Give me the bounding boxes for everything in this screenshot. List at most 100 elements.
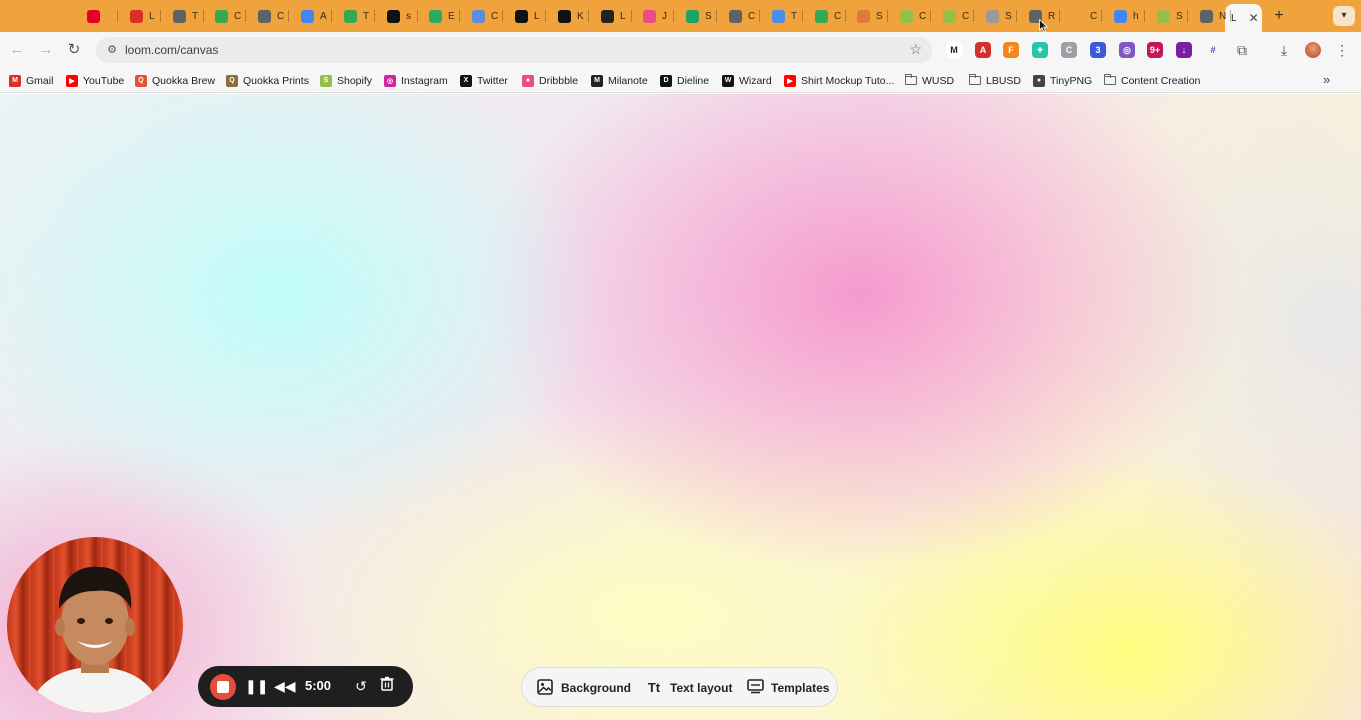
delete-trash-icon[interactable] [377,676,397,696]
site-settings-icon[interactable]: ⚙ [104,42,120,58]
browser-tab[interactable]: S [1147,4,1183,28]
browser-tab[interactable]: L [120,4,155,28]
browser-tab[interactable]: R [1019,4,1055,28]
instagram-icon: ◎ [384,74,396,87]
bookmark-item[interactable]: Q Quokka Prints [226,73,309,88]
bookmark-item[interactable]: ● Dribbble [522,73,578,88]
browser-tab[interactable]: S [676,4,712,28]
address-bar[interactable]: ⚙ loom.com/canvas ☆ [96,37,932,63]
forward-arrow-icon[interactable]: → [36,40,56,60]
more-menu-icon[interactable]: ⋮ [1332,40,1352,60]
extension-icon[interactable]: ↓ [1176,42,1192,58]
background-button[interactable]: Background [536,678,631,698]
extension-icon[interactable]: 3 [1090,42,1106,58]
tab-search-chevron-icon[interactable]: ▾ [1333,6,1355,26]
browser-tab[interactable]: S [976,4,1012,28]
x-icon: X [460,74,472,87]
tab-label: S [705,10,712,22]
app-icon [515,9,528,23]
bookmark-item[interactable]: X Twitter [460,73,508,88]
browser-tab[interactable]: L [591,4,626,28]
bookmark-item[interactable]: S Shopify [320,73,372,88]
pause-icon[interactable]: ❚❚ [245,676,268,696]
new-tab-button[interactable]: + [1269,6,1289,26]
browser-tab[interactable]: L [505,4,540,28]
browser-tab[interactable]: N [1190,4,1226,28]
browser-tab[interactable]: C [205,4,241,28]
text-layout-button[interactable]: Tt Text layout [645,678,733,698]
browser-tab[interactable]: S [847,4,883,28]
browser-tab[interactable] [77,4,106,28]
tab-label: C [491,10,499,22]
bookmark-label: Dieline [677,74,710,87]
extension-icon[interactable]: ◎ [1119,42,1135,58]
rewind-icon[interactable]: ◀◀ [274,676,296,696]
extension-icon[interactable]: ✦ [1032,42,1048,58]
browser-tab[interactable]: K [548,4,584,28]
restart-icon[interactable]: ↺ [351,676,371,696]
browser-tab[interactable]: A [291,4,327,28]
tab-label: C [834,10,842,22]
browser-tab[interactable]: C [933,4,969,28]
gmail-icon: M [9,74,21,87]
bookmark-label: WUSD [922,74,955,87]
tab-separator [845,10,846,22]
youtube-icon: ▶ [66,74,78,87]
stop-recording-button[interactable] [210,674,236,700]
templates-button[interactable]: Templates [746,678,829,698]
webcam-bubble[interactable] [7,537,183,713]
browser-tab[interactable]: T [163,4,198,28]
bookmark-item[interactable]: ▶ YouTube [66,73,124,88]
tab-label: T [363,10,370,22]
bookmark-item[interactable]: D Dieline [660,73,709,88]
close-tab-icon[interactable]: ✕ [1249,11,1259,25]
browser-tab[interactable]: T [334,4,369,28]
download-icon[interactable]: ⤓ [1274,40,1294,60]
browser-tab[interactable]: J [633,4,667,28]
bookmark-star-icon[interactable]: ☆ [909,41,922,58]
globe-icon [729,9,742,23]
reload-icon[interactable]: ↻ [64,40,84,60]
bookmark-item[interactable]: M Gmail [9,73,53,88]
globe-icon [986,9,999,23]
browser-tab[interactable]: C [462,4,498,28]
tab-separator [459,10,460,22]
back-arrow-icon[interactable]: ← [7,40,27,60]
extension-icon[interactable]: # [1205,42,1221,58]
bookmark-item[interactable]: ◎ Instagram [384,73,448,88]
bookmark-item[interactable]: ▶ Shirt Mockup Tuto... [784,73,894,88]
browser-tab[interactable]: h [1104,4,1139,28]
extension-icon[interactable]: F [1003,42,1019,58]
extension-icon[interactable]: 9+ [1147,42,1163,58]
quokka-icon: Q [135,74,147,87]
tab-separator [1016,10,1017,22]
browser-tab[interactable]: T [762,4,797,28]
bookmark-item[interactable]: Content Creation [1103,73,1200,88]
extension-icon[interactable]: M [946,42,962,58]
bookmark-item[interactable]: WUSD [904,73,955,88]
bookmark-item[interactable]: Q Quokka Brew [135,73,215,88]
profile-avatar[interactable] [1305,42,1321,58]
milanote-icon: M [591,74,603,87]
bookmark-item[interactable]: W Wizard [722,73,772,88]
extensions-puzzle-icon[interactable]: ⧉ [1232,40,1252,60]
bookmark-item[interactable]: M Milanote [591,73,648,88]
browser-tab[interactable]: C [805,4,841,28]
browser-tab[interactable]: C [719,4,755,28]
dribbble-icon [643,9,656,23]
bookmark-item[interactable]: LBUSD [968,73,1021,88]
google-icon [1114,9,1127,23]
browser-tab[interactable]: s [377,4,411,28]
extension-icon[interactable]: C [1061,42,1077,58]
extension-icon[interactable]: A [975,42,991,58]
browser-tab[interactable]: E [419,4,455,28]
bookmark-label: Instagram [401,74,448,87]
shopify-icon [900,9,913,23]
tab-label: A [320,10,327,22]
browser-tab[interactable]: C [1061,4,1097,28]
browser-tab[interactable]: C [248,4,284,28]
gmail-icon [130,9,143,23]
bookmark-item[interactable]: ● TinyPNG [1033,73,1092,88]
bookmarks-overflow-icon[interactable]: » [1323,72,1330,87]
browser-tab[interactable]: C [890,4,926,28]
